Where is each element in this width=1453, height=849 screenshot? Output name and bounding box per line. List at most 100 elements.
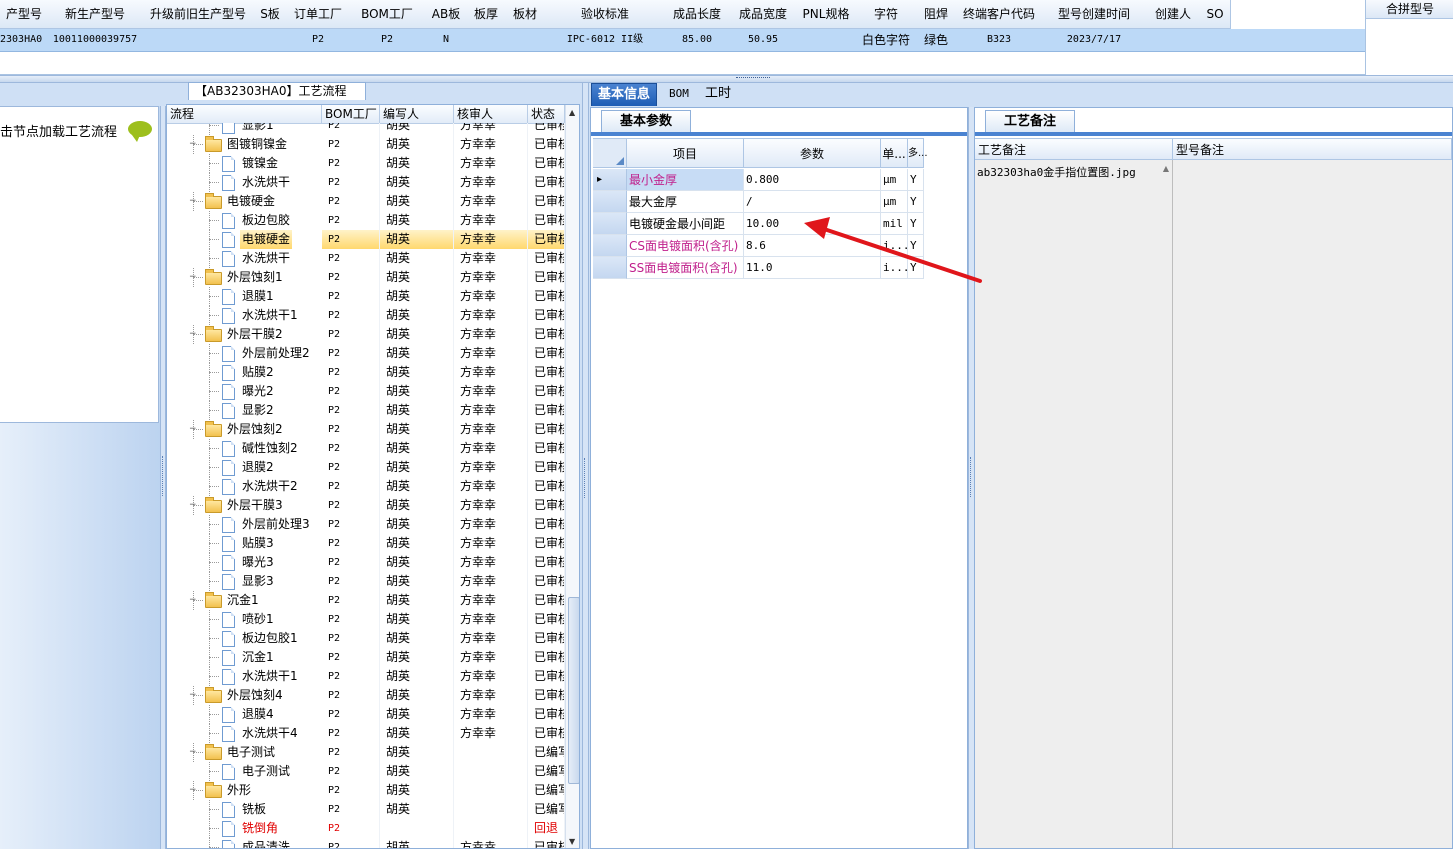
tree-row[interactable]: 曝光3 P2胡英方幸幸已审核 xyxy=(167,553,565,572)
param-item-cell[interactable]: 电镀硬金最小间距 xyxy=(627,213,744,235)
tab-basic-params[interactable]: 基本参数 xyxy=(601,110,691,133)
param-item-cell[interactable]: SS面电镀面积(含孔) xyxy=(627,257,744,279)
col-bom-factory[interactable]: BOM工厂 xyxy=(322,105,380,123)
tree-row[interactable]: − 外层蚀刻2 P2胡英方幸幸已审核 xyxy=(167,420,565,439)
row-indicator[interactable]: ▸ xyxy=(593,169,627,191)
tree-node-label[interactable]: 曝光3 xyxy=(240,553,276,572)
tree-node-label[interactable]: 水洗烘干4 xyxy=(240,724,300,743)
tree-row[interactable]: 显影1 P2胡英方幸幸已审核 xyxy=(167,123,565,135)
tree-row[interactable]: 水洗烘干1 P2胡英方幸幸已审核 xyxy=(167,306,565,325)
tree-node-label[interactable]: 显影1 xyxy=(240,123,276,135)
param-item-cell[interactable]: 最小金厚 xyxy=(627,169,744,191)
row-cell[interactable]: B323 xyxy=(956,29,1042,51)
tree-node-label[interactable]: 水洗烘干 xyxy=(240,249,292,268)
param-unit-cell[interactable]: μm xyxy=(881,191,908,213)
header-cell[interactable]: 产型号 xyxy=(0,0,49,29)
row-cell[interactable]: 2303HA0 xyxy=(0,29,48,51)
row-cell[interactable] xyxy=(1200,29,1230,51)
process-flow-tree[interactable]: 流程 BOM工厂 编写人 核审人 状态 显影1P2胡英方幸幸已审核−图镀铜镍金P… xyxy=(166,104,580,849)
param-row[interactable]: 最大金厚 / μm Y xyxy=(593,191,924,213)
tree-node-label[interactable]: 镀镍金 xyxy=(240,154,280,173)
collapse-icon[interactable]: − xyxy=(189,786,197,795)
tree-row[interactable]: 外层前处理3 P2胡英方幸幸已审核 xyxy=(167,515,565,534)
tree-row[interactable]: 沉金1 P2胡英方幸幸已审核 xyxy=(167,648,565,667)
tree-row[interactable]: 板边包胶1 P2胡英方幸幸已审核 xyxy=(167,629,565,648)
tree-row[interactable]: 水洗烘干 P2胡英方幸幸已审核 xyxy=(167,173,565,192)
tree-node-label[interactable]: 电镀硬金 xyxy=(225,192,277,211)
tree-node-label[interactable]: 外层蚀刻2 xyxy=(225,420,285,439)
tree-row[interactable]: 板边包胶 P2胡英方幸幸已审核 xyxy=(167,211,565,230)
col-multi[interactable]: 多... xyxy=(908,138,928,168)
tree-row[interactable]: 退膜1 P2胡英方幸幸已审核 xyxy=(167,287,565,306)
tree-node-label[interactable]: 碱性蚀刻2 xyxy=(240,439,300,458)
tree-node-label[interactable]: 退膜4 xyxy=(240,705,276,724)
col-status[interactable]: 状态 xyxy=(528,105,565,123)
tree-node-label[interactable]: 贴膜3 xyxy=(240,534,276,553)
tree-node-label[interactable]: 贴膜2 xyxy=(240,363,276,382)
tree-node-label[interactable]: 显影3 xyxy=(240,572,276,591)
collapse-icon[interactable]: − xyxy=(189,691,197,700)
tree-node-label[interactable]: 铣倒角 xyxy=(240,819,280,838)
tree-row[interactable]: 水洗烘干1 P2胡英方幸幸已审核 xyxy=(167,667,565,686)
tree-row[interactable]: 退膜4 P2胡英方幸幸已审核 xyxy=(167,705,565,724)
tree-node-label[interactable]: 退膜1 xyxy=(240,287,276,306)
tree-row[interactable]: 碱性蚀刻2 P2胡英方幸幸已审核 xyxy=(167,439,565,458)
tree-row[interactable]: 铣倒角 P2 回退 xyxy=(167,819,565,838)
tree-row[interactable]: 贴膜2 P2胡英方幸幸已审核 xyxy=(167,363,565,382)
header-cell[interactable]: 字符 xyxy=(856,0,917,29)
collapse-icon[interactable]: − xyxy=(189,197,197,206)
header-cell[interactable]: 订单工厂 xyxy=(286,0,351,29)
header-cell[interactable]: 验收标准 xyxy=(546,0,665,29)
model-note-field[interactable] xyxy=(1173,160,1452,848)
tree-node-label[interactable]: 沉金1 xyxy=(240,648,276,667)
tree-scrollbar[interactable]: ▲ ▼ xyxy=(565,105,579,848)
tree-node-label[interactable]: 成品清洗 xyxy=(240,838,292,848)
collapse-icon[interactable]: − xyxy=(189,596,197,605)
param-flag-cell[interactable]: Y xyxy=(908,169,924,191)
row-cell[interactable]: P2 xyxy=(286,29,350,51)
row-cell[interactable]: P2 xyxy=(350,29,424,51)
tree-row[interactable]: 显影2 P2胡英方幸幸已审核 xyxy=(167,401,565,420)
tree-node-label[interactable]: 电子测试 xyxy=(225,743,277,762)
header-cell[interactable]: 新生产型号 xyxy=(48,0,143,29)
node-list-box[interactable]: 击节点加载工艺流程 xyxy=(0,106,159,423)
header-cell[interactable]: BOM工厂 xyxy=(350,0,425,29)
tree-row[interactable]: − 电子测试 P2胡英 已编写 xyxy=(167,743,565,762)
row-cell[interactable] xyxy=(504,29,546,51)
tree-row[interactable]: − 沉金1 P2胡英方幸幸已审核 xyxy=(167,591,565,610)
tree-row[interactable]: 水洗烘干2 P2胡英方幸幸已审核 xyxy=(167,477,565,496)
row-cell[interactable] xyxy=(254,29,286,51)
tree-row[interactable]: 曝光2 P2胡英方幸幸已审核 xyxy=(167,382,565,401)
tree-row[interactable]: 显影3 P2胡英方幸幸已审核 xyxy=(167,572,565,591)
model-grid-row[interactable]: 2303HA0 10011000039757 P2 P2 N IPC-6012 II级 85… xyxy=(0,29,1365,52)
row-cell[interactable]: 白色字符 xyxy=(856,29,916,51)
tree-row[interactable]: 水洗烘干4 P2胡英方幸幸已审核 xyxy=(167,724,565,743)
header-cell[interactable]: AB板 xyxy=(424,0,469,29)
row-cell[interactable] xyxy=(1146,29,1200,51)
col-item[interactable]: 项目 xyxy=(627,138,744,168)
header-cell[interactable]: SO xyxy=(1200,0,1231,29)
col-process-note[interactable]: 工艺备注 xyxy=(975,138,1173,160)
header-cell[interactable]: 板厚 xyxy=(468,0,505,29)
tree-node-label[interactable]: 沉金1 xyxy=(225,591,261,610)
process-note-field[interactable]: ▲ xyxy=(975,160,1173,848)
tree-node-label[interactable]: 退膜2 xyxy=(240,458,276,477)
param-row[interactable]: ▸ 最小金厚 0.800 μm Y xyxy=(593,169,924,191)
tree-row[interactable]: 镀镍金 P2胡英方幸幸已审核 xyxy=(167,154,565,173)
header-cell[interactable]: 终端客户代码 xyxy=(956,0,1043,29)
tree-row[interactable]: − 外层干膜2 P2胡英方幸幸已审核 xyxy=(167,325,565,344)
tree-node-label[interactable]: 曝光2 xyxy=(240,382,276,401)
tree-node-label[interactable]: 外层干膜2 xyxy=(225,325,285,344)
tree-node-label[interactable]: 板边包胶 xyxy=(240,211,292,230)
middle-vertical-splitter[interactable] xyxy=(582,83,589,849)
col-unit[interactable]: 单... xyxy=(881,138,908,168)
collapse-icon[interactable]: − xyxy=(189,501,197,510)
header-cell[interactable]: 板材 xyxy=(504,0,547,29)
row-cell[interactable]: 85.00 xyxy=(664,29,730,51)
param-unit-cell[interactable]: μm xyxy=(881,169,908,191)
col-flow[interactable]: 流程 xyxy=(167,105,322,123)
header-cell[interactable]: S板 xyxy=(254,0,287,29)
tree-row[interactable]: 外层前处理2 P2胡英方幸幸已审核 xyxy=(167,344,565,363)
param-item-cell[interactable]: 最大金厚 xyxy=(627,191,744,213)
col-param[interactable]: 参数 xyxy=(744,138,881,168)
